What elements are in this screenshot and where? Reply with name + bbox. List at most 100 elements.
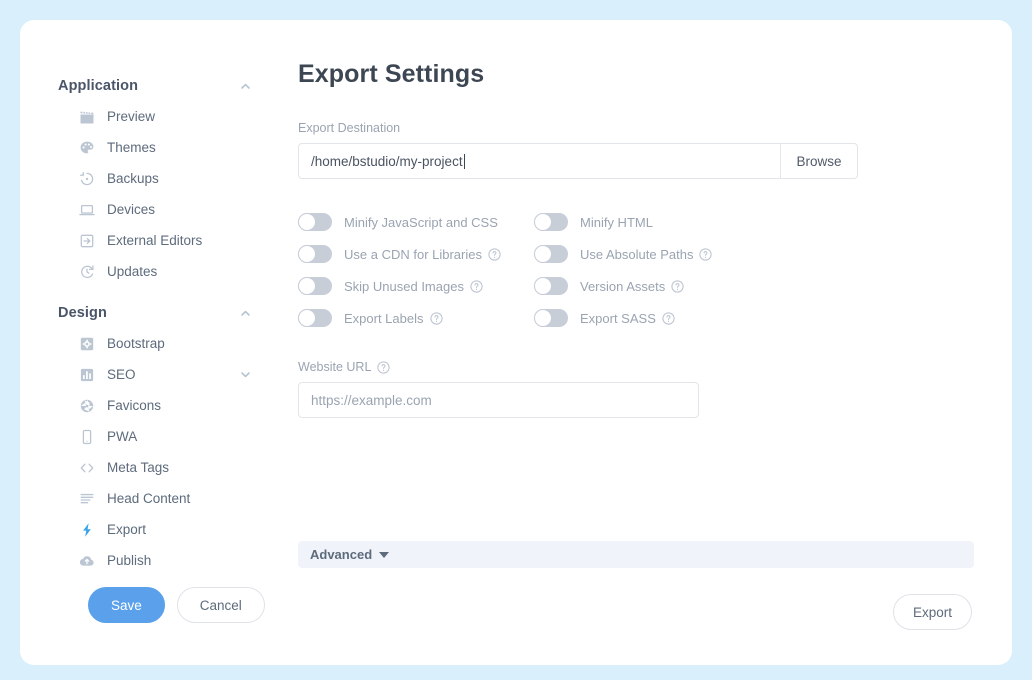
toggle-label-text: Version Assets [580, 279, 665, 294]
toggle-label: Export Labels [344, 311, 443, 326]
sidebar-item-label: Publish [107, 553, 252, 568]
sidebar-item-favicons[interactable]: Favicons [20, 390, 278, 421]
toggle-knob [534, 245, 552, 263]
toggle-absolute-paths[interactable] [534, 245, 568, 263]
cancel-button[interactable]: Cancel [177, 587, 265, 623]
export-button[interactable]: Export [893, 594, 972, 630]
toggle-label-text: Minify HTML [580, 215, 653, 230]
sidebar-item-label: Themes [107, 140, 252, 155]
sidebar-section-title: Design [58, 305, 239, 321]
toggle-knob [298, 309, 316, 327]
sidebar-item-devices[interactable]: Devices [20, 194, 278, 225]
toggle-knob [534, 277, 552, 295]
export-destination-value: /home/bstudio/my-project [311, 154, 463, 169]
sidebar-item-label: PWA [107, 429, 252, 444]
sidebar: Application Preview Themes Backups [20, 20, 278, 665]
text-caret [464, 154, 465, 169]
toggle-label: Use a CDN for Libraries [344, 247, 501, 262]
toggle-label: Use Absolute Paths [580, 247, 712, 262]
chevron-up-icon[interactable] [239, 307, 252, 320]
toggle-label: Export SASS [580, 311, 675, 326]
sidebar-section-design[interactable]: Design [20, 298, 278, 328]
help-icon[interactable] [671, 280, 684, 293]
help-icon[interactable] [430, 312, 443, 325]
mobile-phone-icon [78, 428, 95, 445]
sidebar-item-label: SEO [107, 367, 239, 382]
export-options-grid: Minify JavaScript and CSS Minify HTML Us… [298, 206, 972, 334]
sidebar-item-external-editors[interactable]: External Editors [20, 225, 278, 256]
export-destination-input[interactable]: /home/bstudio/my-project [298, 143, 781, 179]
advanced-label: Advanced [310, 547, 372, 562]
toggle-row-export-sass: Export SASS [534, 302, 770, 334]
toggle-knob [534, 309, 552, 327]
toggle-knob [298, 245, 316, 263]
website-url-block: Website URL https://example.com [298, 360, 972, 418]
application-card: Application Preview Themes Backups [20, 20, 1012, 665]
cloud-upload-icon [78, 552, 95, 569]
toggle-row-minify-html: Minify HTML [534, 206, 770, 238]
toggle-row-cdn-libraries: Use a CDN for Libraries [298, 238, 534, 270]
refresh-clock-icon [78, 263, 95, 280]
help-icon[interactable] [470, 280, 483, 293]
help-icon[interactable] [699, 248, 712, 261]
toggle-label-text: Export Labels [344, 311, 424, 326]
lightning-bolt-icon [78, 521, 95, 538]
website-url-label: Website URL [298, 360, 972, 374]
arrow-into-box-icon [78, 232, 95, 249]
page-title: Export Settings [298, 60, 972, 89]
toggle-export-sass[interactable] [534, 309, 568, 327]
sidebar-item-seo[interactable]: SEO [20, 359, 278, 390]
toggle-label-text: Export SASS [580, 311, 656, 326]
chevron-down-icon[interactable] [239, 368, 252, 381]
toggle-row-version-assets: Version Assets [534, 270, 770, 302]
bar-chart-icon [78, 366, 95, 383]
chevron-up-icon[interactable] [239, 80, 252, 93]
toggle-label: Version Assets [580, 279, 684, 294]
toggle-minify-js-css[interactable] [298, 213, 332, 231]
triangle-down-icon [379, 552, 389, 558]
help-icon[interactable] [377, 361, 390, 374]
help-icon[interactable] [488, 248, 501, 261]
toggle-row-skip-unused-images: Skip Unused Images [298, 270, 534, 302]
toggle-export-labels[interactable] [298, 309, 332, 327]
sidebar-item-label: Favicons [107, 398, 252, 413]
laptop-icon [78, 201, 95, 218]
sidebar-item-head-content[interactable]: Head Content [20, 483, 278, 514]
sidebar-item-themes[interactable]: Themes [20, 132, 278, 163]
help-icon[interactable] [662, 312, 675, 325]
toggle-label-text: Use Absolute Paths [580, 247, 693, 262]
sidebar-action-buttons: Save Cancel [88, 587, 265, 623]
sidebar-item-pwa[interactable]: PWA [20, 421, 278, 452]
advanced-section-toggle[interactable]: Advanced [298, 541, 974, 568]
toggle-label-text: Skip Unused Images [344, 279, 464, 294]
sidebar-item-export[interactable]: Export [20, 514, 278, 545]
sidebar-item-meta-tags[interactable]: Meta Tags [20, 452, 278, 483]
sidebar-item-updates[interactable]: Updates [20, 256, 278, 287]
sidebar-item-bootstrap[interactable]: Bootstrap [20, 328, 278, 359]
sidebar-item-preview[interactable]: Preview [20, 101, 278, 132]
export-destination-label-text: Export Destination [298, 121, 400, 135]
browse-button[interactable]: Browse [781, 143, 858, 179]
website-url-placeholder: https://example.com [311, 393, 432, 408]
toggle-label: Minify JavaScript and CSS [344, 215, 498, 230]
sidebar-item-label: Devices [107, 202, 252, 217]
gear-box-icon [78, 335, 95, 352]
toggle-label: Skip Unused Images [344, 279, 483, 294]
save-button[interactable]: Save [88, 587, 165, 623]
sidebar-item-label: Updates [107, 264, 252, 279]
toggle-row-minify-js-css: Minify JavaScript and CSS [298, 206, 534, 238]
sidebar-item-label: Bootstrap [107, 336, 252, 351]
clapperboard-icon [78, 108, 95, 125]
sidebar-item-backups[interactable]: Backups [20, 163, 278, 194]
sidebar-item-label: Meta Tags [107, 460, 252, 475]
toggle-minify-html[interactable] [534, 213, 568, 231]
sidebar-section-application[interactable]: Application [20, 71, 278, 101]
toggle-knob [298, 277, 316, 295]
main-panel: Export Settings Export Destination /home… [278, 20, 1012, 665]
toggle-version-assets[interactable] [534, 277, 568, 295]
aperture-icon [78, 397, 95, 414]
toggle-cdn-libraries[interactable] [298, 245, 332, 263]
website-url-input[interactable]: https://example.com [298, 382, 699, 418]
sidebar-item-publish[interactable]: Publish [20, 545, 278, 576]
toggle-skip-unused-images[interactable] [298, 277, 332, 295]
